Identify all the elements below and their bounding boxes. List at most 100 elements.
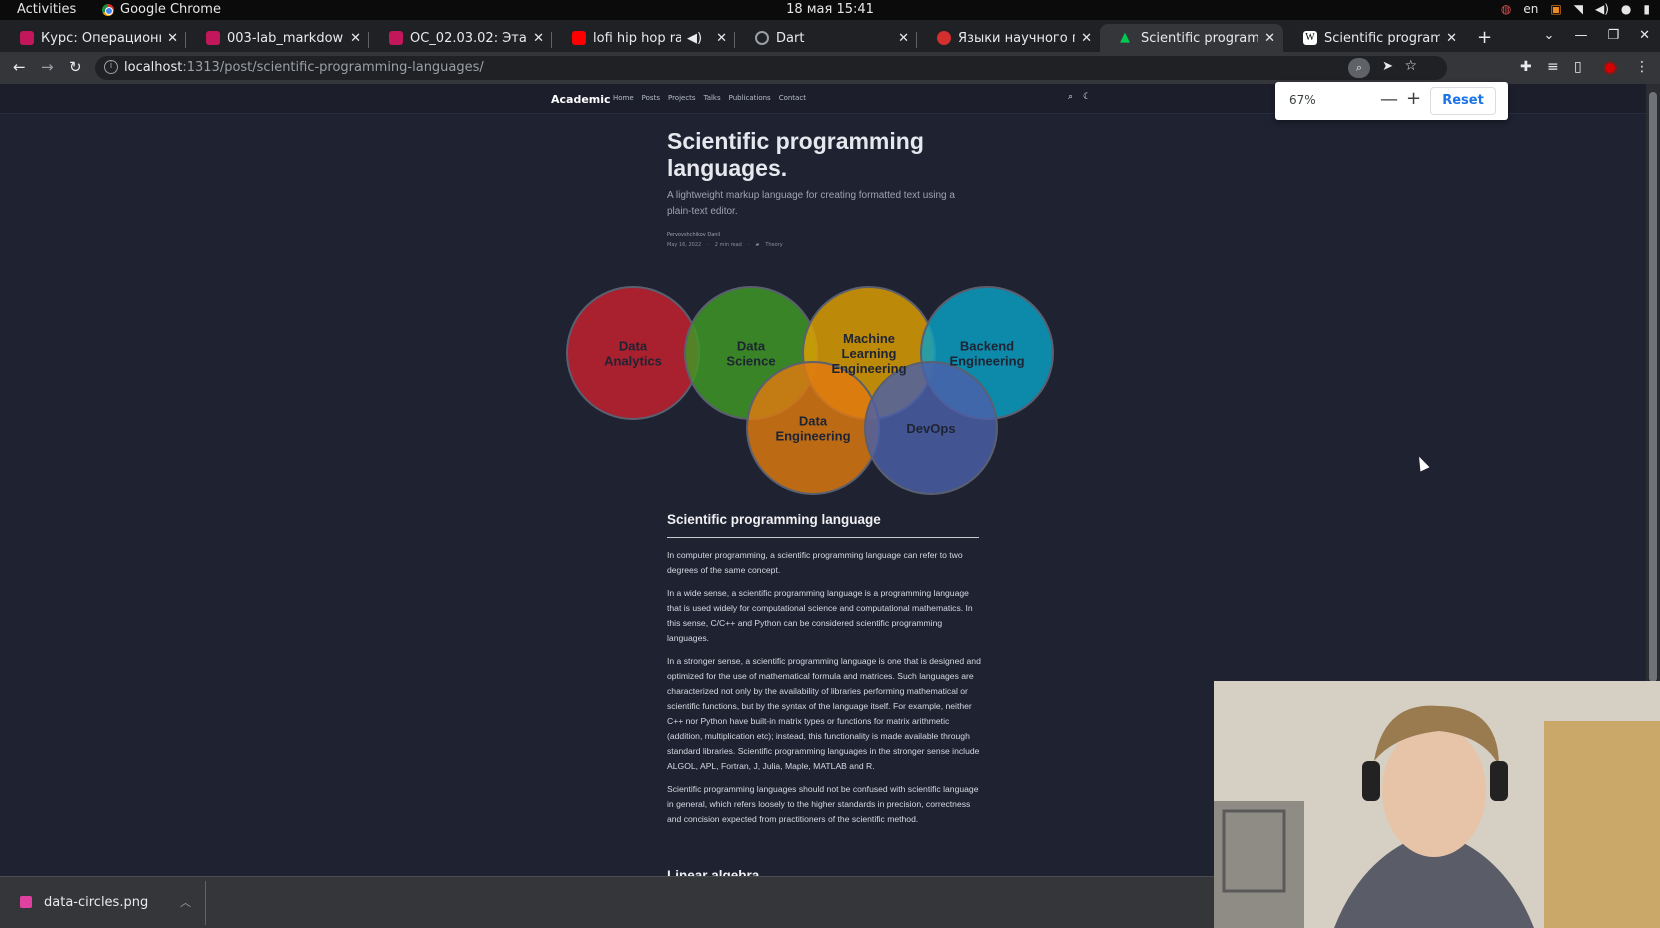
clock[interactable]: 18 мая 15:41 [0, 2, 1660, 17]
system-top-bar: Activities Google Chrome 18 мая 15:41 ◍ … [0, 0, 1660, 20]
update-icon[interactable]: ▣ [1550, 2, 1561, 16]
post-meta: May 16, 2022 · 2 min read · ▰ Theory [667, 242, 783, 248]
close-icon[interactable]: ✕ [898, 31, 909, 46]
nav-talks[interactable]: Talks [704, 94, 721, 102]
article-paragraph: In a wide sense, a scientific programmin… [667, 587, 973, 643]
nav-projects[interactable]: Projects [668, 94, 696, 102]
site-info-icon[interactable]: i [104, 60, 118, 74]
tab-title: Курс: Операционные [41, 30, 161, 46]
url-text[interactable]: localhost:1313/post/scientific-programmi… [124, 60, 484, 75]
search-icon[interactable]: ⌕ [1068, 92, 1073, 102]
venn-label: Data [799, 414, 828, 429]
close-icon[interactable]: ✕ [1264, 31, 1275, 46]
nav-posts[interactable]: Posts [642, 94, 660, 102]
scrollbar-thumb[interactable] [1649, 92, 1657, 682]
url-path: :1313/post/scientific-programming-langua… [182, 60, 484, 75]
site-nav-icons: ⌕ ☾ [1068, 92, 1091, 102]
mic-icon[interactable]: ● [1621, 2, 1631, 16]
site-icon [937, 31, 951, 45]
close-icon[interactable]: ✕ [1081, 31, 1092, 46]
menu-icon[interactable]: ⋮ [1635, 59, 1649, 75]
battery-icon[interactable]: ▮ [1643, 2, 1650, 16]
zoom-in-button[interactable]: + [1406, 88, 1421, 109]
post-category[interactable]: Theory [765, 242, 782, 248]
tab-title: lofi hip hop radio [593, 30, 682, 46]
venn-label: Engineering [775, 429, 850, 444]
system-tray[interactable]: ◍ en ▣ ◥ ◀) ● ▮ [1501, 2, 1650, 16]
reading-list-icon[interactable]: ≡ [1547, 59, 1559, 75]
speaker-icon[interactable]: ◀) [687, 31, 702, 46]
maximize-button[interactable]: ❐ [1607, 28, 1619, 43]
extensions-icon[interactable]: ✚ [1520, 59, 1532, 75]
tab-title: Scientific programmi [1324, 30, 1441, 46]
activities-button[interactable]: Activities [17, 2, 76, 17]
tab-title: Языки научного прог [958, 30, 1075, 46]
tab-strip: Курс: Операционные ✕ 003-lab_markdown.p … [0, 20, 1660, 52]
folder-icon: ▰ [755, 242, 760, 248]
meta-separator: · [747, 242, 750, 248]
chevron-up-icon[interactable]: ︿ [180, 894, 191, 910]
next-section-heading: Linear algebra [667, 868, 760, 876]
close-icon[interactable]: ✕ [716, 31, 727, 46]
loading-icon [755, 31, 769, 45]
tab-course[interactable]: Курс: Операционные ✕ [0, 24, 186, 52]
new-tab-button[interactable]: + [1477, 27, 1492, 48]
back-button[interactable]: ← [13, 58, 26, 76]
venn-label: Machine [843, 331, 895, 346]
article-paragraph: In a stronger sense, a scientific progra… [667, 655, 981, 772]
wifi-icon[interactable]: ◥ [1574, 2, 1583, 16]
zoom-icon[interactable]: ⌕ [1348, 58, 1370, 78]
url-host: localhost [124, 60, 183, 75]
close-window-button[interactable]: ✕ [1639, 28, 1650, 43]
tab-os[interactable]: ОС_02.03.02: Этапы р ✕ [369, 24, 552, 52]
post-author[interactable]: Pervovshchikov Danil [667, 232, 720, 238]
zoom-out-button[interactable]: — [1380, 89, 1398, 110]
minimize-button[interactable]: — [1574, 28, 1587, 43]
webcam-overlay [1214, 681, 1660, 928]
bookmark-star-icon[interactable]: ☆ [1404, 58, 1417, 74]
address-bar[interactable]: i localhost:1313/post/scientific-program… [95, 56, 1447, 80]
tab-title: 003-lab_markdown.p [227, 30, 344, 46]
tab-languages[interactable]: Языки научного прог ✕ [917, 24, 1100, 52]
tab-dart[interactable]: Dart ✕ [735, 24, 917, 52]
article-paragraph: Scientific programming languages should … [667, 783, 979, 824]
recording-icon[interactable] [1603, 61, 1617, 75]
site-nav-links: Home Posts Projects Talks Publications C… [613, 94, 806, 102]
post-read-time: 2 min read [714, 242, 742, 248]
venn-label: DevOps [906, 421, 955, 436]
image-file-icon [20, 896, 32, 908]
window-controls: ⌄ — ❐ ✕ [1544, 28, 1650, 43]
download-item[interactable]: data-circles.png ︿ [0, 881, 206, 925]
venn-label: Engineering [949, 354, 1024, 369]
zoom-reset-button[interactable]: Reset [1430, 87, 1496, 115]
keyboard-layout[interactable]: en [1523, 2, 1538, 16]
app-menu[interactable]: Google Chrome [102, 2, 221, 17]
side-panel-icon[interactable]: ▯ [1574, 59, 1582, 75]
dark-mode-icon[interactable]: ☾ [1083, 92, 1091, 102]
vpn-icon[interactable]: ◍ [1501, 2, 1511, 16]
post-title: Scientific programming languages. [667, 128, 924, 181]
moodle-icon [20, 31, 34, 45]
volume-icon[interactable]: ◀) [1595, 2, 1609, 16]
section-heading: Scientific programming language [667, 512, 881, 527]
tab-scientific-wiki[interactable]: W Scientific programmi ✕ [1283, 24, 1465, 52]
close-icon[interactable]: ✕ [350, 31, 361, 46]
tab-markdown[interactable]: 003-lab_markdown.p ✕ [186, 24, 369, 52]
zoom-level: 67% [1289, 93, 1316, 107]
forward-button[interactable]: → [41, 58, 54, 76]
nav-home[interactable]: Home [613, 94, 634, 102]
venn-label: Data [737, 339, 766, 354]
close-icon[interactable]: ✕ [1446, 31, 1457, 46]
tab-search-icon[interactable]: ⌄ [1544, 28, 1555, 43]
close-icon[interactable]: ✕ [167, 31, 178, 46]
tab-lofi[interactable]: lofi hip hop radio ◀) ✕ [552, 24, 735, 52]
post-date: May 16, 2022 [667, 242, 702, 248]
nav-contact[interactable]: Contact [779, 94, 806, 102]
send-icon[interactable]: ➤ [1382, 59, 1393, 74]
tab-title: Scientific programmi [1141, 30, 1259, 46]
site-brand[interactable]: Academic [551, 93, 611, 106]
reload-button[interactable]: ↻ [69, 58, 82, 76]
close-icon[interactable]: ✕ [533, 31, 544, 46]
nav-publications[interactable]: Publications [729, 94, 771, 102]
tab-scientific-active[interactable]: ▲ Scientific programmi ✕ [1100, 24, 1283, 52]
